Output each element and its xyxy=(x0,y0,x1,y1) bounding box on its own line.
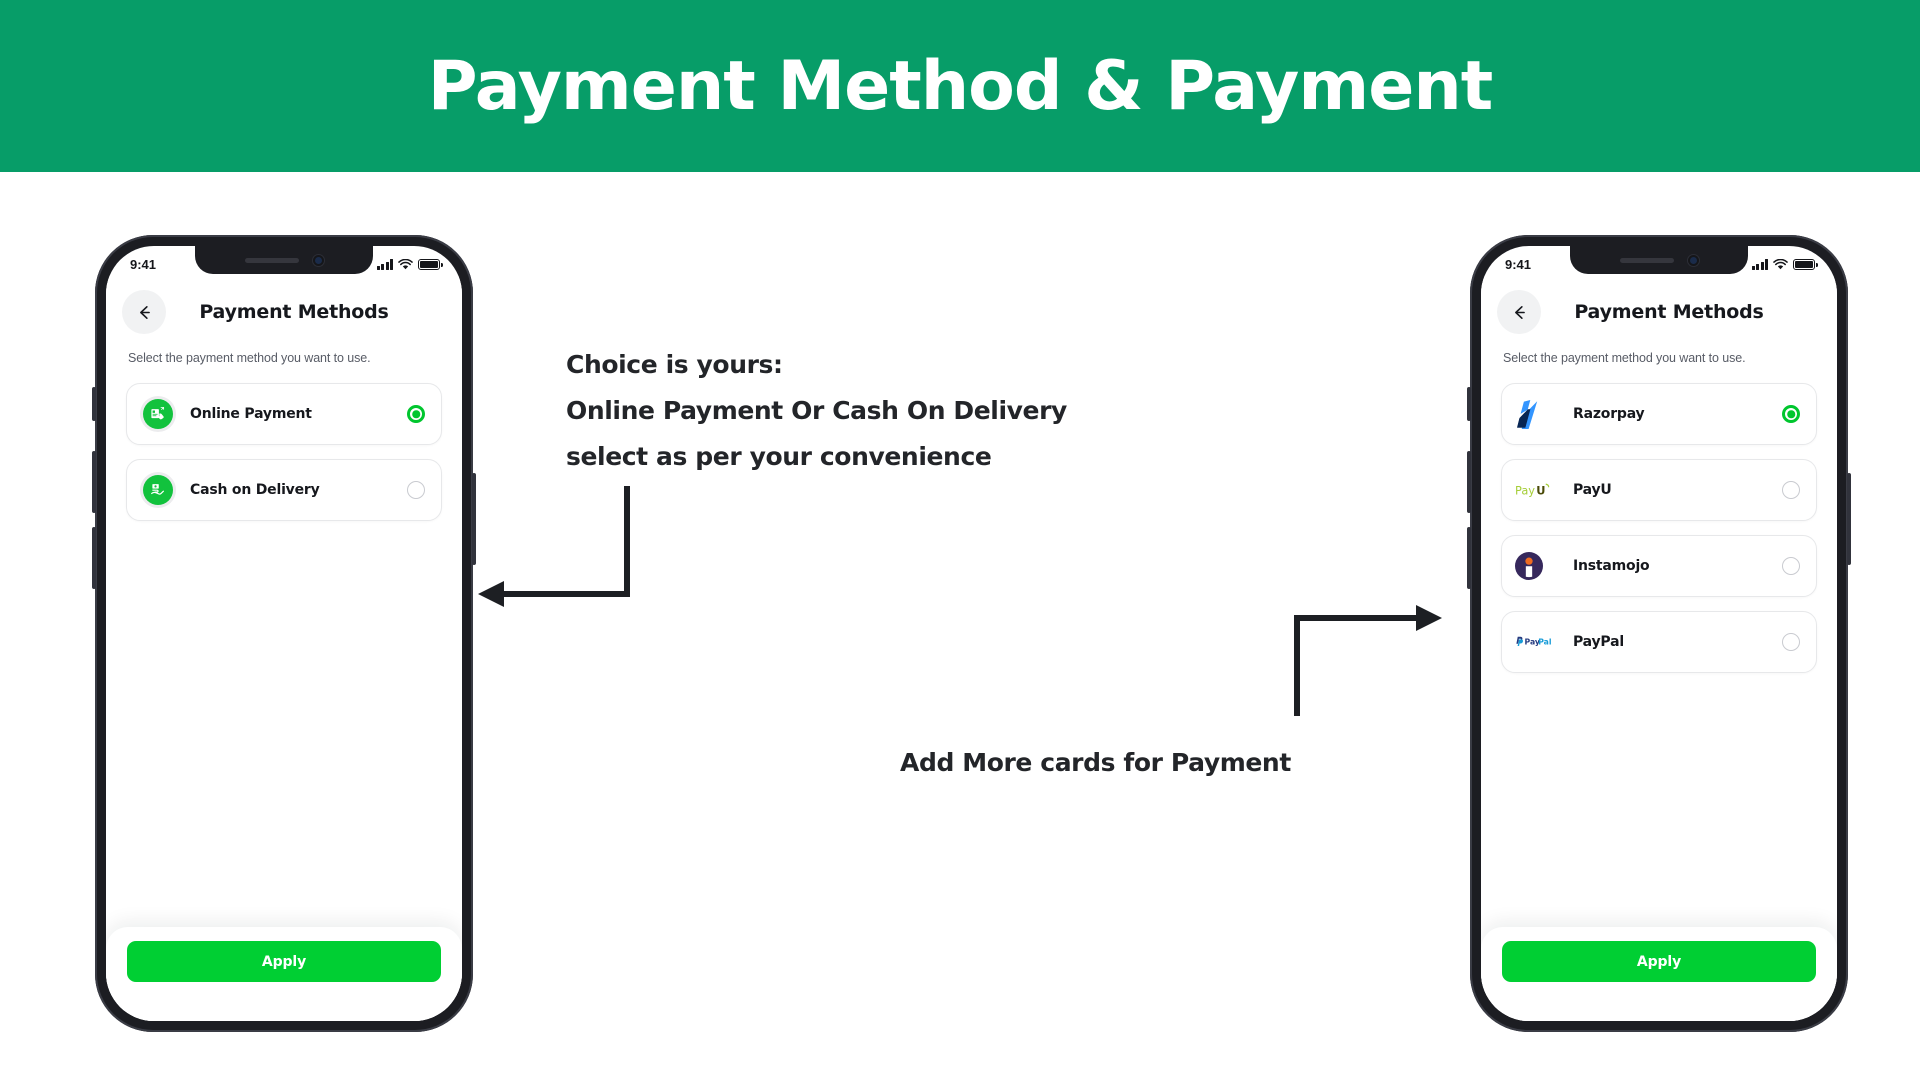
online-payment-icon-wrap xyxy=(140,396,176,432)
phone-volume-down-button xyxy=(1467,527,1471,589)
phone-power-button xyxy=(1847,473,1851,565)
phone-screen-left: 9:41 Payment Methods Select the payment … xyxy=(106,246,462,1021)
front-camera-icon xyxy=(312,254,324,266)
razorpay-logo xyxy=(1515,399,1559,429)
status-indicators xyxy=(1751,259,1818,270)
phone-power-button xyxy=(472,473,476,565)
payment-option-label: Razorpay xyxy=(1573,406,1645,422)
annotation-left-line3: select as per your convenience xyxy=(566,442,992,471)
arrow-to-right-phone xyxy=(1294,605,1442,716)
payment-option-instamojo[interactable]: Instamojo xyxy=(1501,535,1817,597)
annotation-left-line1: Choice is yours: xyxy=(566,350,783,379)
status-indicators xyxy=(376,259,443,270)
screen-title: Payment Methods xyxy=(1574,301,1764,323)
phone-volume-up-button xyxy=(1467,451,1471,513)
earpiece-speaker-icon xyxy=(244,257,299,263)
payment-option-label: Online Payment xyxy=(190,406,312,422)
svg-text:Pal: Pal xyxy=(1538,638,1551,647)
phone-volume-up-button xyxy=(92,451,96,513)
apply-button[interactable]: Apply xyxy=(1502,941,1816,982)
phone-mockup-left: 9:41 Payment Methods Select the payment … xyxy=(92,235,476,1032)
front-camera-icon xyxy=(1687,254,1699,266)
payment-option-label: PayPal xyxy=(1573,634,1624,650)
annotation-right: Add More cards for Payment xyxy=(900,748,1291,777)
phone-notch xyxy=(1570,246,1748,274)
radio-paypal[interactable] xyxy=(1782,633,1800,651)
battery-full-icon xyxy=(418,259,443,270)
apply-bar-right: Apply xyxy=(1481,927,1837,1021)
cash-on-delivery-icon-wrap xyxy=(140,472,176,508)
payu-logo: Pay U xyxy=(1515,475,1559,505)
status-time: 9:41 xyxy=(130,257,157,272)
earpiece-speaker-icon xyxy=(1619,257,1674,263)
payment-option-label: PayU xyxy=(1573,482,1612,498)
annotation-left: Choice is yours: Online Payment Or Cash … xyxy=(566,342,1067,480)
svg-text:U: U xyxy=(1536,483,1545,497)
poster-canvas: Payment Method & Payment 9:41 Payment Me… xyxy=(0,0,1920,1080)
wifi-icon xyxy=(398,259,413,270)
cellular-bars-icon xyxy=(1751,259,1768,270)
cash-on-delivery-icon xyxy=(143,475,173,505)
cellular-bars-icon xyxy=(376,259,393,270)
phone-volume-down-button xyxy=(92,527,96,589)
status-time: 9:41 xyxy=(1505,257,1532,272)
wifi-icon xyxy=(1773,259,1788,270)
paypal-logo: Pay Pal xyxy=(1515,627,1559,657)
radio-razorpay[interactable] xyxy=(1782,405,1800,423)
annotation-left-line2: Online Payment Or Cash On Delivery xyxy=(566,396,1067,425)
payment-option-label: Cash on Delivery xyxy=(190,482,320,498)
phone-mockup-right: 9:41 Payment Methods Select the payment … xyxy=(1467,235,1851,1032)
phone-silent-switch xyxy=(92,387,96,421)
radio-payu[interactable] xyxy=(1782,481,1800,499)
payment-option-paypal[interactable]: Pay Pal PayPal xyxy=(1501,611,1817,673)
online-payment-icon xyxy=(143,399,173,429)
app-screen-left: Payment Methods Select the payment metho… xyxy=(106,276,462,1021)
radio-instamojo[interactable] xyxy=(1782,557,1800,575)
screen-title: Payment Methods xyxy=(199,301,389,323)
payment-option-online-payment[interactable]: Online Payment xyxy=(126,383,442,445)
payment-option-cash-on-delivery[interactable]: Cash on Delivery xyxy=(126,459,442,521)
payment-option-label: Instamojo xyxy=(1573,558,1650,574)
radio-online-payment[interactable] xyxy=(407,405,425,423)
instamojo-logo xyxy=(1515,551,1559,581)
app-screen-right: Payment Methods Select the payment metho… xyxy=(1481,276,1837,1021)
phone-notch xyxy=(195,246,373,274)
screen-subtitle: Select the payment method you want to us… xyxy=(128,351,371,365)
payment-option-payu[interactable]: Pay U PayU xyxy=(1501,459,1817,521)
radio-cash-on-delivery[interactable] xyxy=(407,481,425,499)
payment-gateway-list: Razorpay Pay U PayU Instamojo Pay Pal Pa… xyxy=(1481,365,1837,673)
apply-button[interactable]: Apply xyxy=(127,941,441,982)
apply-bar-left: Apply xyxy=(106,927,462,1021)
screen-subtitle: Select the payment method you want to us… xyxy=(1503,351,1746,365)
phone-silent-switch xyxy=(1467,387,1471,421)
phone-screen-right: 9:41 Payment Methods Select the payment … xyxy=(1481,246,1837,1021)
payment-option-razorpay[interactable]: Razorpay xyxy=(1501,383,1817,445)
header-banner: Payment Method & Payment xyxy=(0,0,1920,172)
annotation-right-line1: Add More cards for Payment xyxy=(900,748,1291,777)
battery-full-icon xyxy=(1793,259,1818,270)
svg-text:Pay: Pay xyxy=(1515,483,1535,497)
arrow-to-left-phone xyxy=(478,486,630,607)
payment-method-list-left: Online Payment Cash on Delivery xyxy=(106,365,462,521)
app-bar-right: Payment Methods xyxy=(1481,276,1837,334)
app-bar-left: Payment Methods xyxy=(106,276,462,334)
page-title: Payment Method & Payment xyxy=(427,46,1493,126)
